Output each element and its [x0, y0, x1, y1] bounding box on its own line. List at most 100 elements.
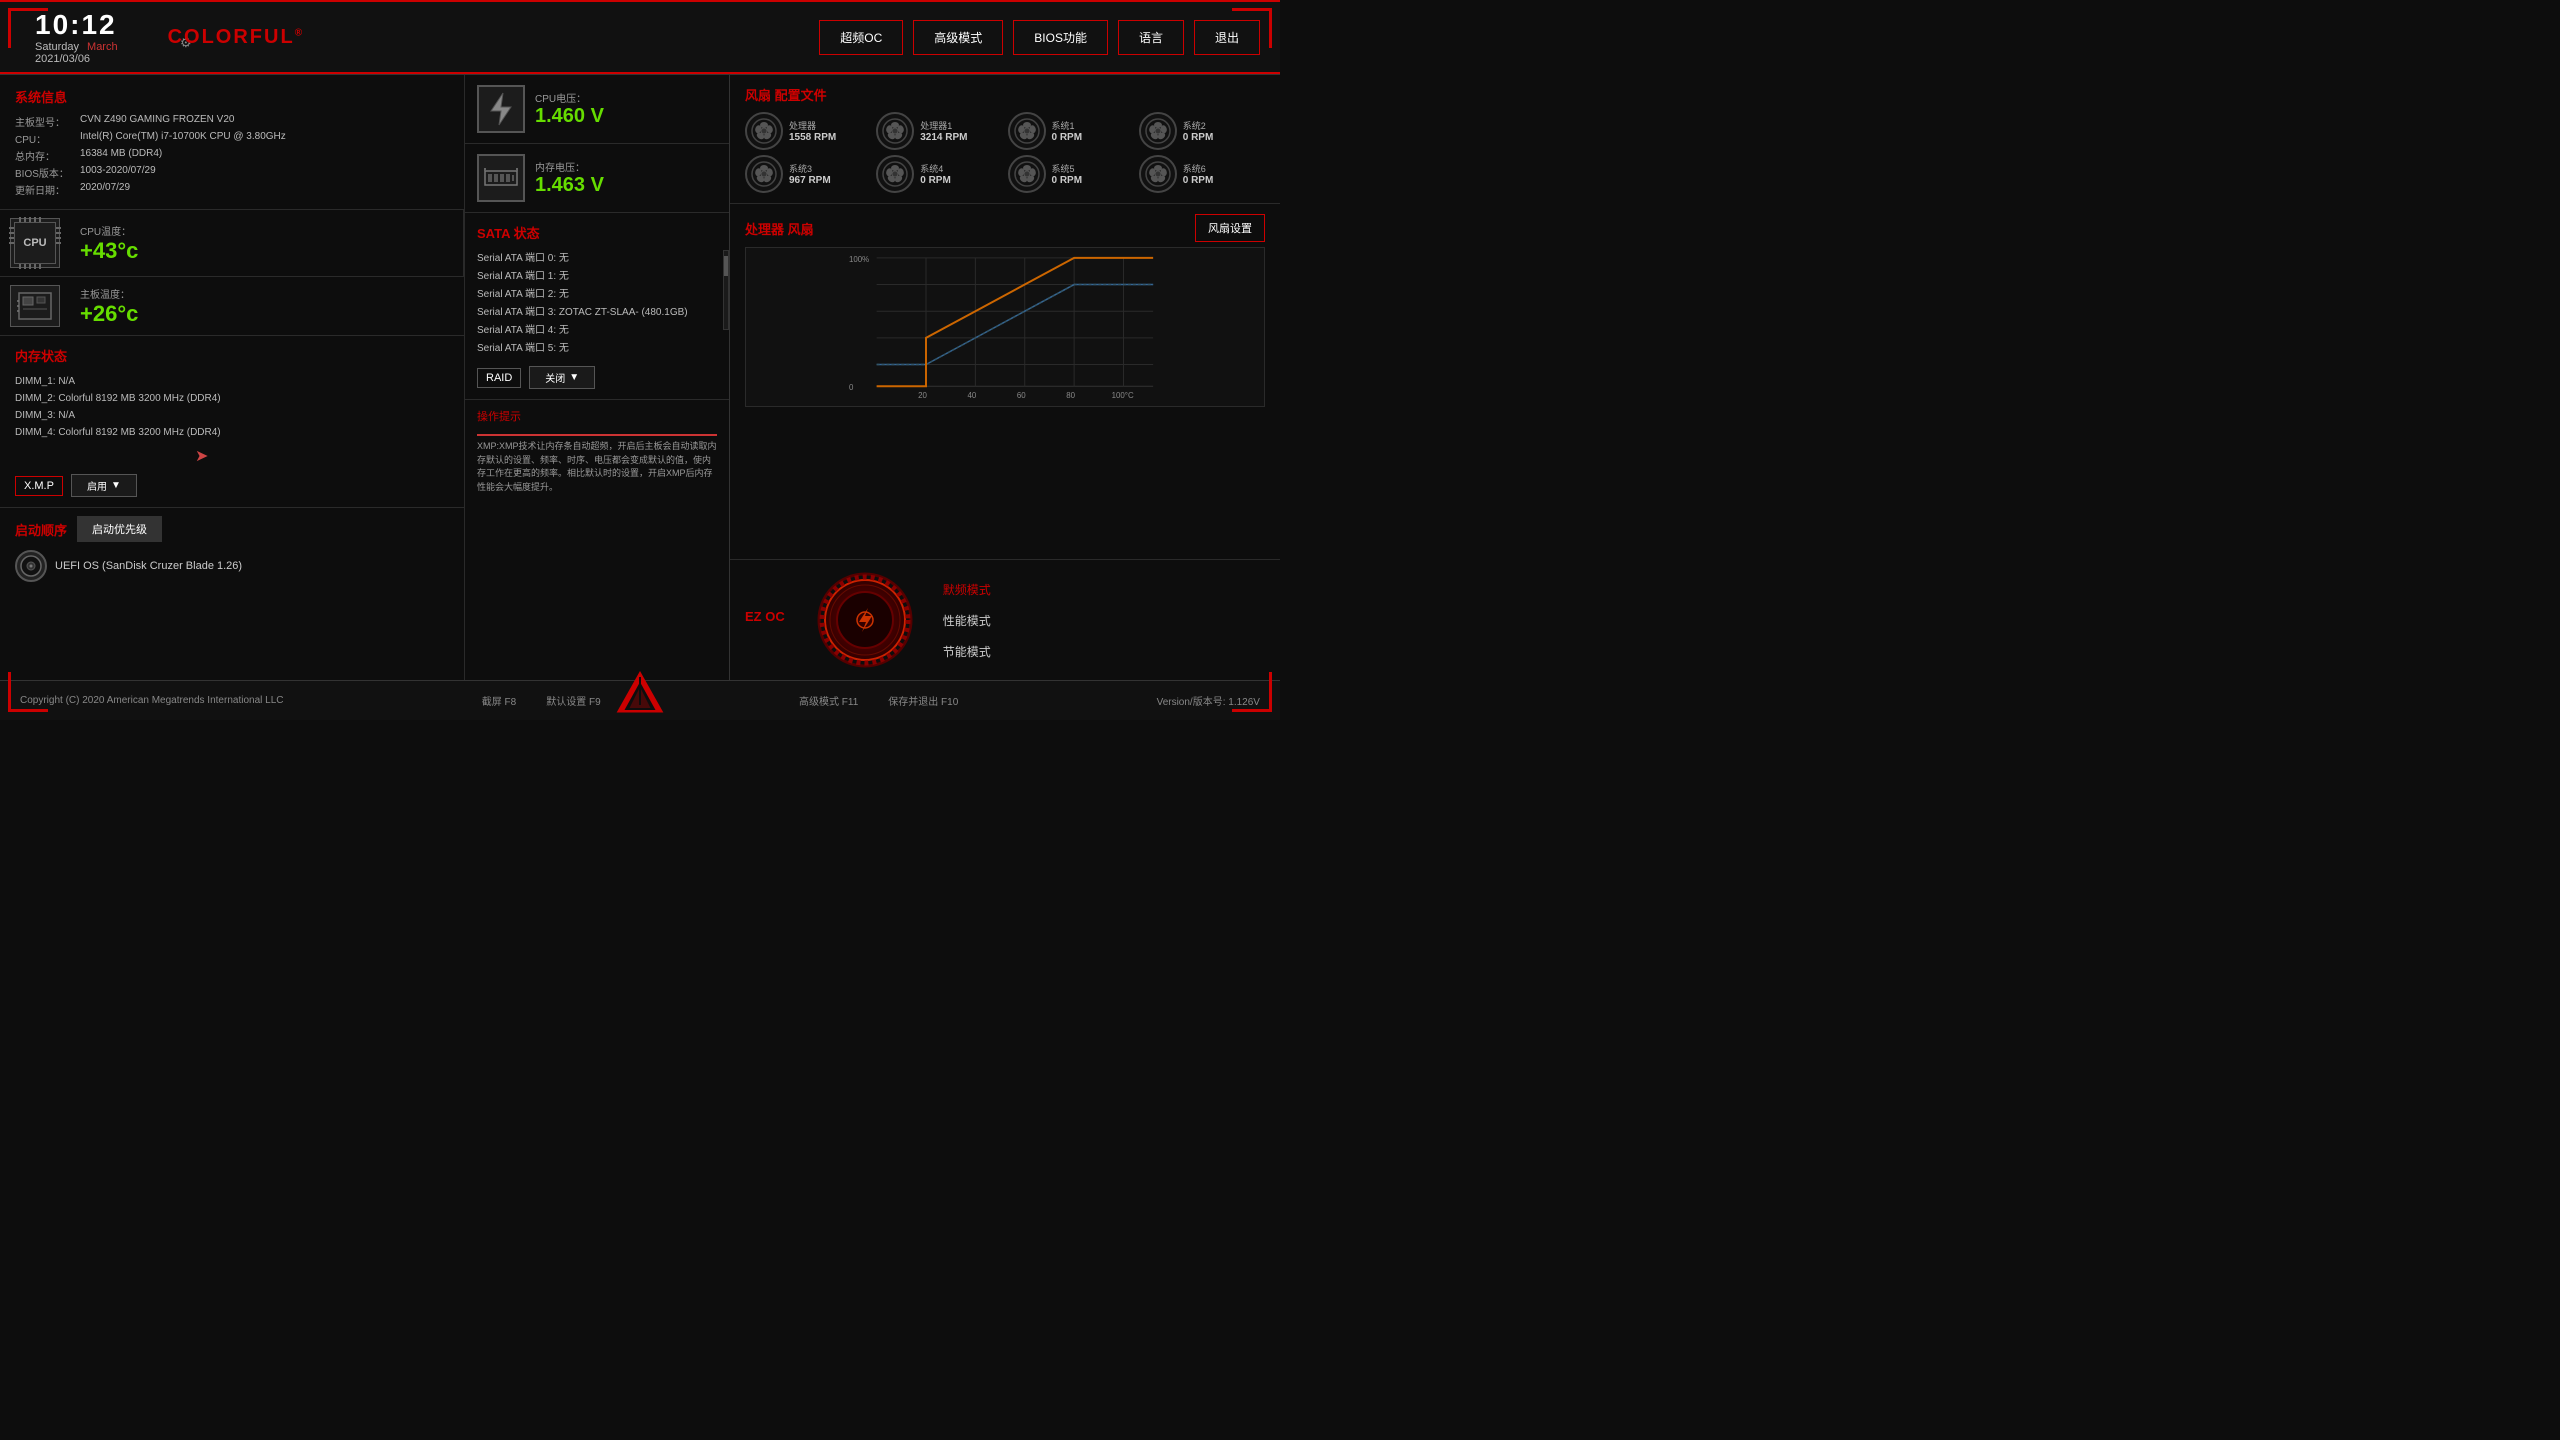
cpu-volt-label: CPU电压：	[535, 90, 604, 105]
xmp-dropdown-arrow: ▼	[111, 480, 121, 491]
footer: Copyright (C) 2020 American Megatrends I…	[0, 680, 1280, 720]
cpu-row: CPU： Intel(R) Core(TM) i7-10700K CPU @ 3…	[15, 131, 449, 146]
corner-decoration-br	[1232, 672, 1272, 712]
fan-chart-header: 处理器 风扇 风扇设置	[745, 214, 1265, 242]
fan-item: 处理器13214 RPM	[876, 112, 1002, 150]
corner-decoration-tl	[8, 8, 48, 48]
xmp-select[interactable]: 启用 ▼	[71, 474, 137, 497]
footer-f11[interactable]: 高级模式 F11	[799, 693, 858, 708]
ez-oc-eco[interactable]: 节能模式	[935, 640, 999, 663]
mem-row: 总内存： 16384 MB (DDR4)	[15, 148, 449, 163]
dimm1: DIMM_1: N/A	[15, 373, 449, 390]
fan-item: 处理器1558 RPM	[745, 112, 871, 150]
cpu-volt-icon	[477, 85, 525, 133]
header-bottom-line	[0, 72, 1280, 74]
bios-label: BIOS版本：	[15, 165, 75, 180]
fan-item: 系统10 RPM	[1008, 112, 1134, 150]
sata-scroll: Serial ATA 端口 0: 无Serial ATA 端口 1: 无Seri…	[477, 250, 717, 358]
tip-divider	[477, 429, 717, 436]
cpu-volt-metric: CPU电压： 1.460 V	[465, 75, 729, 144]
ez-oc-performance[interactable]: 性能模式	[935, 609, 999, 632]
fan-rpm: 1558 RPM	[789, 132, 836, 143]
svg-text:100°C: 100°C	[1112, 391, 1134, 400]
footer-shortcuts-right: 高级模式 F11 保存并退出 F10	[799, 693, 958, 708]
dimm4: DIMM_4: Colorful 8192 MB 3200 MHz (DDR4)	[15, 424, 449, 441]
footer-f10[interactable]: 保存并退出 F10	[888, 693, 958, 708]
clock-month: March	[87, 41, 118, 53]
ez-oc-dial[interactable]	[815, 570, 915, 670]
system-info-section: 系统信息 主板型号： CVN Z490 GAMING FROZEN V20 CP…	[0, 75, 464, 210]
sata-scrollbar[interactable]	[723, 250, 729, 330]
cursor-icon: ➤	[195, 446, 449, 466]
cpu-value: Intel(R) Core(TM) i7-10700K CPU @ 3.80GH…	[80, 131, 286, 146]
cpu-label: CPU：	[15, 131, 75, 146]
nav-lang-button[interactable]: 语言	[1118, 20, 1184, 55]
footer-copyright: Copyright (C) 2020 American Megatrends I…	[20, 695, 283, 706]
fan-rpm: 967 RPM	[789, 175, 831, 186]
board-label: 主板型号：	[15, 114, 75, 129]
footer-f8[interactable]: 截屏 F8	[482, 693, 516, 708]
fan-icon	[1008, 155, 1046, 193]
combined-left: 系统信息 主板型号： CVN Z490 GAMING FROZEN V20 CP…	[0, 75, 730, 680]
fan-chart-container: 100% 0 20 40 60 80 100°C	[745, 247, 1265, 407]
board-temp-metric: 主板温度： +26°c	[0, 276, 464, 335]
fan-info: 系统3967 RPM	[789, 162, 831, 186]
board-temp-info: 主板温度： +26°c	[80, 286, 138, 327]
corner-decoration-tr	[1232, 8, 1272, 48]
bios-row: BIOS版本： 1003-2020/07/29	[15, 165, 449, 180]
fan-chart-title: 处理器 风扇	[745, 219, 814, 238]
fan-icon	[1139, 112, 1177, 150]
memory-title: 内存状态	[15, 346, 449, 365]
fan-item: 系统20 RPM	[1139, 112, 1265, 150]
mem-volt-label: 内存电压：	[535, 159, 604, 174]
left-column: 系统信息 主板型号： CVN Z490 GAMING FROZEN V20 CP…	[0, 75, 465, 680]
fan-icon	[745, 155, 783, 193]
corner-decoration-bl	[8, 672, 48, 712]
fan-item: 系统50 RPM	[1008, 155, 1134, 193]
fan-rpm: 0 RPM	[1052, 132, 1083, 143]
fan-info: 处理器13214 RPM	[920, 119, 967, 143]
fan-icon	[1008, 112, 1046, 150]
boot-section: 启动顺序 启动优先级 UEFI OS (SanDisk Cruzer Blade…	[0, 508, 464, 590]
dimm3: DIMM_3: N/A	[15, 407, 449, 424]
tip-content: XMP:XMP技术让内存条自动超频，开启后主板会自动读取内存默认的设置、频率、时…	[477, 440, 717, 494]
raid-row: RAID 关闭 ▼	[477, 366, 717, 389]
boot-header: 启动顺序 启动优先级	[15, 516, 449, 542]
sata-port-item: Serial ATA 端口 3: ZOTAC ZT-SLAA- (480.1GB…	[477, 304, 717, 322]
mem-label: 总内存：	[15, 148, 75, 163]
cpu-icon: CPU	[10, 218, 60, 268]
fan-info: 系统10 RPM	[1052, 119, 1083, 143]
fan-grid: 处理器1558 RPM 处理器13214 RPM 系统10 RPM	[745, 112, 1265, 193]
fan-rpm: 3214 RPM	[920, 132, 967, 143]
clock-date: 2021/03/06	[35, 53, 90, 65]
fan-rpm: 0 RPM	[1183, 175, 1214, 186]
fan-info: 系统60 RPM	[1183, 162, 1214, 186]
fan-rpm: 0 RPM	[1052, 175, 1083, 186]
fan-settings-button[interactable]: 风扇设置	[1195, 214, 1265, 242]
raid-select[interactable]: 关闭 ▼	[529, 366, 595, 389]
xmp-row: X.M.P 启用 ▼	[15, 474, 449, 497]
boot-priority-button[interactable]: 启动优先级	[77, 516, 162, 542]
svg-text:60: 60	[1017, 391, 1026, 400]
mem-volt-metric: 内存电压： 1.463 V	[465, 144, 729, 212]
nav-advanced-button[interactable]: 高级模式	[913, 20, 1003, 55]
nav-bios-button[interactable]: BIOS功能	[1013, 20, 1108, 55]
fan-name: 系统6	[1183, 162, 1214, 175]
system-info-title: 系统信息	[15, 87, 449, 106]
fan-info: 系统40 RPM	[920, 162, 951, 186]
sata-port-item: Serial ATA 端口 4: 无	[477, 322, 717, 340]
svg-text:100%: 100%	[849, 255, 869, 264]
cpu-temp-metric: CPU CPU温度： +43°c	[0, 210, 464, 276]
nav-oc-button[interactable]: 超频OC	[819, 20, 903, 55]
svg-text:20: 20	[918, 391, 927, 400]
mem-volt-value: 1.463 V	[535, 174, 604, 197]
temp-section: CPU CPU温度： +43°c	[0, 210, 464, 336]
svg-text:40: 40	[967, 391, 976, 400]
raid-value: 关闭	[545, 370, 565, 385]
fan-name: 系统3	[789, 162, 831, 175]
ez-oc-default[interactable]: 默频模式	[935, 578, 999, 601]
fan-info: 处理器1558 RPM	[789, 119, 836, 143]
footer-f9[interactable]: 默认设置 F9	[546, 693, 600, 708]
fan-name: 系统5	[1052, 162, 1083, 175]
memory-list: DIMM_1: N/A DIMM_2: Colorful 8192 MB 320…	[15, 373, 449, 441]
